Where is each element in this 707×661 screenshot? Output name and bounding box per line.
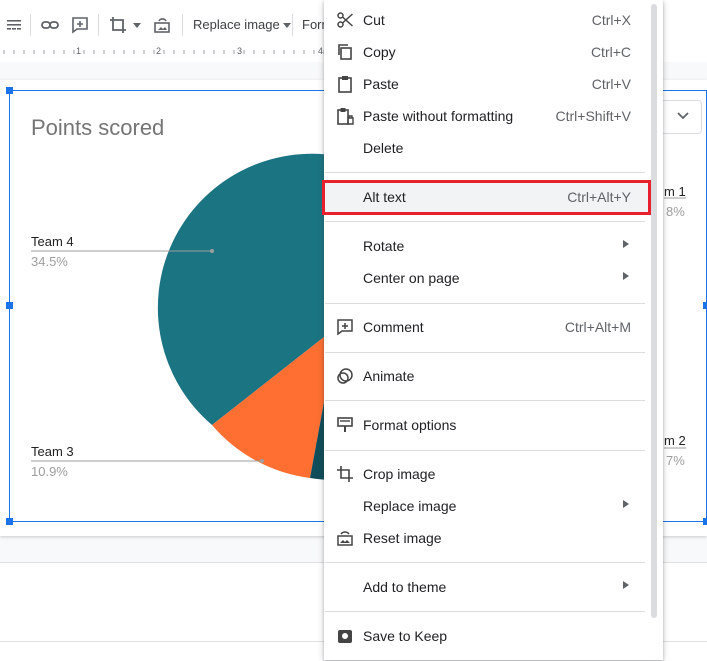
menu-item-copy[interactable]: Copy Ctrl+C bbox=[324, 36, 651, 68]
resize-handle-right[interactable] bbox=[703, 302, 707, 309]
menu-scrollbar[interactable] bbox=[651, 4, 657, 618]
menu-item-format-options[interactable]: Format options bbox=[324, 409, 651, 441]
clipboard-icon bbox=[336, 75, 354, 93]
menu-item-label: Save to Keep bbox=[363, 628, 448, 644]
menu-item-cut[interactable]: Cut Ctrl+X bbox=[324, 4, 651, 36]
highlight-annotation-box bbox=[322, 180, 651, 215]
menu-item-label: Center on page bbox=[363, 270, 460, 286]
menu-item-label: Cut bbox=[363, 12, 385, 28]
copy-icon bbox=[336, 43, 354, 61]
menu-item-delete[interactable]: Delete bbox=[324, 132, 651, 164]
menu-item-label: Reset image bbox=[363, 530, 442, 546]
menu-item-shortcut: Ctrl+X bbox=[591, 12, 631, 28]
menu-item-label: Replace image bbox=[363, 498, 457, 514]
menu-item-label: Format options bbox=[363, 417, 457, 433]
menu-item-shortcut: Ctrl+Alt+M bbox=[564, 319, 631, 335]
resize-handle-bottom-left[interactable] bbox=[6, 518, 13, 525]
add-comment-icon bbox=[336, 318, 354, 336]
menu-item-reset-image[interactable]: Reset image bbox=[324, 522, 651, 554]
menu-item-label: Animate bbox=[363, 368, 415, 384]
replace-image-button[interactable]: Replace image bbox=[193, 17, 291, 32]
resize-handle-bottom-right[interactable] bbox=[703, 518, 707, 525]
resize-handle-top-left[interactable] bbox=[6, 87, 13, 94]
menu-item-label: Copy bbox=[363, 44, 396, 60]
ruler-number: 2 bbox=[156, 46, 162, 56]
crop-icon bbox=[336, 465, 354, 483]
menu-separator bbox=[325, 303, 645, 304]
menu-item-rotate[interactable]: Rotate bbox=[324, 230, 651, 262]
menu-item-shortcut: Ctrl+Shift+V bbox=[555, 108, 631, 124]
menu-item-center-on-page[interactable]: Center on page bbox=[324, 262, 651, 294]
toolbar-divider bbox=[30, 14, 31, 36]
menu-item-label: Paste without formatting bbox=[363, 108, 514, 124]
ruler-number: 1 bbox=[76, 46, 82, 56]
ruler-number: 3 bbox=[237, 46, 243, 56]
ruler-number: 4 bbox=[318, 46, 324, 56]
chevron-down-icon[interactable] bbox=[131, 15, 143, 35]
menu-item-label: Add to theme bbox=[363, 579, 447, 595]
menu-item-crop-image[interactable]: Crop image bbox=[324, 458, 651, 490]
menu-separator bbox=[325, 562, 645, 563]
reset-image-icon[interactable] bbox=[152, 15, 172, 35]
scissors-icon bbox=[336, 11, 354, 29]
menu-item-label: Crop image bbox=[363, 466, 436, 482]
paste-plain-icon bbox=[336, 107, 354, 125]
menu-item-add-to-theme[interactable]: Add to theme bbox=[324, 571, 651, 603]
menu-item-shortcut: Ctrl+C bbox=[590, 44, 631, 60]
toolbar-divider bbox=[98, 14, 99, 36]
chevron-down-icon bbox=[282, 23, 291, 29]
menu-separator bbox=[325, 221, 645, 222]
submenu-arrow-icon bbox=[623, 581, 629, 589]
menu-item-save-to-keep[interactable]: Save to Keep bbox=[324, 620, 651, 652]
context-menu: Cut Ctrl+X Copy Ctrl+C Paste Ctrl+V Past… bbox=[324, 0, 663, 660]
submenu-arrow-icon bbox=[623, 500, 629, 508]
submenu-arrow-icon bbox=[623, 240, 629, 248]
menu-separator bbox=[325, 400, 645, 401]
menu-separator bbox=[325, 352, 645, 353]
menu-separator bbox=[325, 172, 645, 173]
menu-item-label: Delete bbox=[363, 140, 404, 156]
menu-separator bbox=[325, 611, 645, 612]
menu-item-animate[interactable]: Animate bbox=[324, 360, 651, 392]
menu-item-paste[interactable]: Paste Ctrl+V bbox=[324, 68, 651, 100]
menu-item-paste-without-formatting[interactable]: Paste without formatting Ctrl+Shift+V bbox=[324, 100, 651, 132]
menu-item-label: Rotate bbox=[363, 238, 405, 254]
replace-image-label: Replace image bbox=[193, 17, 280, 32]
menu-item-shortcut: Ctrl+V bbox=[591, 76, 631, 92]
menu-item-label: Comment bbox=[363, 319, 424, 335]
reset-image-icon bbox=[336, 529, 354, 547]
submenu-arrow-icon bbox=[623, 272, 629, 280]
menu-item-replace-image[interactable]: Replace image bbox=[324, 490, 651, 522]
menu-separator bbox=[325, 450, 645, 451]
format-options-icon bbox=[336, 416, 354, 434]
keep-icon bbox=[336, 627, 354, 645]
more-icon[interactable] bbox=[4, 15, 24, 35]
add-comment-icon[interactable] bbox=[70, 15, 90, 35]
toolbar-divider bbox=[292, 14, 293, 36]
resize-handle-left[interactable] bbox=[6, 302, 13, 309]
menu-item-label: Paste bbox=[363, 76, 399, 92]
link-icon[interactable] bbox=[40, 15, 60, 35]
animate-icon bbox=[336, 367, 354, 385]
crop-icon[interactable] bbox=[108, 15, 128, 35]
menu-item-comment[interactable]: Comment Ctrl+Alt+M bbox=[324, 311, 651, 343]
toolbar-divider bbox=[182, 14, 183, 36]
